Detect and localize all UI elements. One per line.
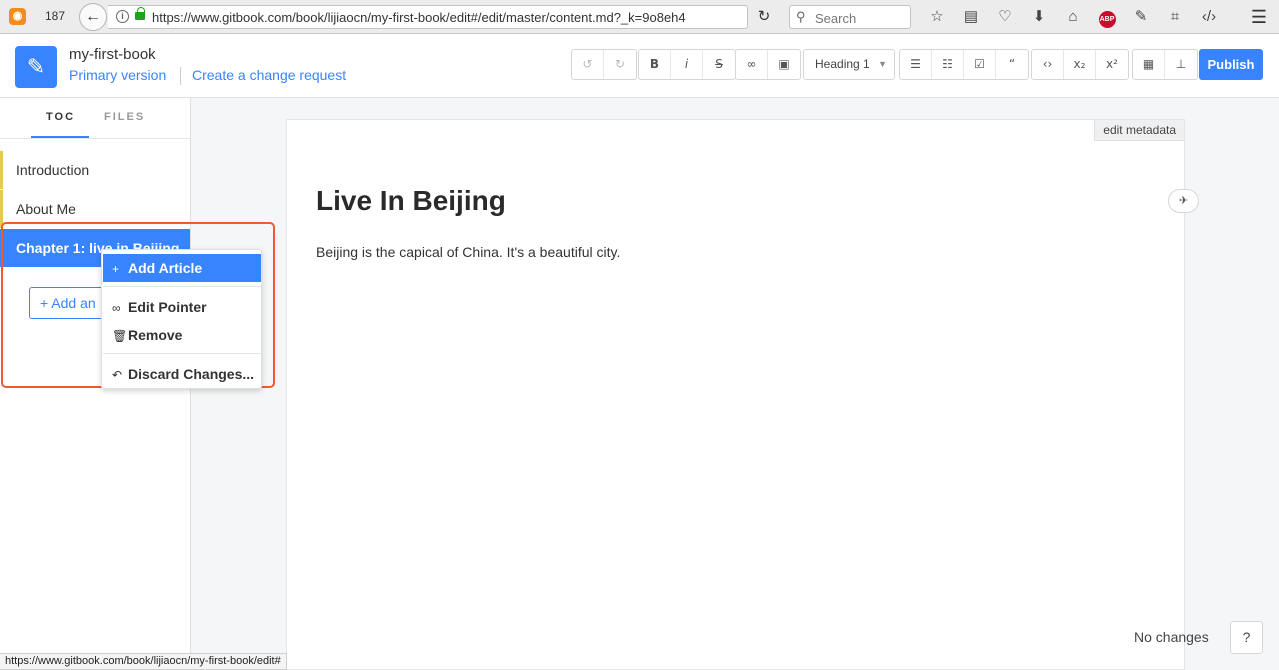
download-icon[interactable]: ⬇ xyxy=(1022,6,1056,28)
browser-icon-tray: ☆ ▤ ♡ ⬇ ⌂ ABP ✎ ⌗ ‹/› xyxy=(920,6,1226,28)
tab-count[interactable]: 187 xyxy=(45,9,65,23)
status-bar-url: https://www.gitbook.com/book/lijiaocn/my… xyxy=(0,653,287,670)
image-button[interactable]: ▣ xyxy=(768,50,800,79)
url-text[interactable]: https://www.gitbook.com/book/lijiaocn/my… xyxy=(152,10,686,25)
heading-select-value: Heading 1 xyxy=(815,57,870,71)
numbered-list-button[interactable]: ☷ xyxy=(932,50,964,79)
tab-files[interactable]: FILES xyxy=(104,111,145,123)
undo-button[interactable]: ↺ xyxy=(572,50,604,79)
bold-button[interactable]: B xyxy=(639,50,671,79)
trash-icon: 🗑 xyxy=(112,329,128,343)
menu-item-remove[interactable]: 🗑Remove xyxy=(103,321,261,349)
page-heading[interactable]: Live In Beijing xyxy=(316,185,506,217)
sidebar-tabs: TOC FILES xyxy=(0,98,190,139)
pocket-icon[interactable]: ♡ xyxy=(988,6,1022,28)
strikethrough-button[interactable]: S xyxy=(703,50,735,79)
code-icon[interactable]: ‹/› xyxy=(1192,6,1226,28)
search-input[interactable]: ⚲ Search xyxy=(789,5,911,29)
back-icon: ← xyxy=(85,8,101,25)
menu-divider xyxy=(103,353,261,354)
change-request-link[interactable]: Create a change request xyxy=(192,67,346,83)
link-icon: ∞ xyxy=(112,301,121,315)
footnote-button[interactable]: ⊥ xyxy=(1165,50,1197,79)
book-title: my-first-book xyxy=(69,46,156,63)
help-button[interactable]: ? xyxy=(1230,621,1263,654)
search-placeholder: Search xyxy=(815,11,857,26)
menu-item-label: Remove xyxy=(128,327,183,343)
history-toolbar-group: ↺ ↻ xyxy=(571,49,637,80)
italic-button[interactable]: i xyxy=(671,50,703,79)
subscript-button[interactable]: x₂ xyxy=(1064,50,1096,79)
toc-item-introduction[interactable]: Introduction xyxy=(0,151,190,189)
rss-icon[interactable]: ◉ xyxy=(9,8,26,25)
insert-toolbar-group: ∞ ▣ xyxy=(735,49,801,80)
pencil-icon[interactable]: ✎ xyxy=(15,46,57,88)
code-button[interactable]: ‹› xyxy=(1032,50,1064,79)
editor-page[interactable]: edit metadata Live In Beijing Beijing is… xyxy=(286,119,1199,670)
menu-divider xyxy=(103,286,261,287)
pin-icon[interactable]: ✈ xyxy=(1168,189,1199,213)
save-status: No changes xyxy=(1134,629,1209,645)
bookmark-star-icon[interactable]: ☆ xyxy=(920,6,954,28)
hamburger-menu-icon[interactable]: ☰ xyxy=(1248,6,1270,28)
lock-icon xyxy=(135,7,145,20)
crop-icon[interactable]: ⌗ xyxy=(1158,6,1192,28)
menu-item-label: Add Article xyxy=(128,260,203,276)
menu-item-discard-changes[interactable]: ↶ Discard Changes... xyxy=(103,360,261,388)
blockquote-button[interactable]: “ xyxy=(996,50,1028,79)
paint-icon[interactable]: ✎ xyxy=(1124,6,1158,28)
code-toolbar-group: ‹› x₂ x² xyxy=(1031,49,1129,80)
menu-item-edit-pointer[interactable]: ∞ Edit Pointer xyxy=(103,293,261,321)
adblock-icon[interactable]: ABP xyxy=(1090,6,1124,28)
edit-metadata-button[interactable]: edit metadata xyxy=(1094,120,1184,141)
app-header: ✎ my-first-book Primary version Create a… xyxy=(0,35,1279,98)
back-button[interactable]: ← xyxy=(79,3,107,31)
format-toolbar-group: B i S xyxy=(638,49,736,80)
link-divider xyxy=(180,67,181,85)
list-toolbar-group: ☰ ☷ ☑ “ xyxy=(899,49,1029,80)
page-paragraph[interactable]: Beijing is the capical of China. It's a … xyxy=(316,244,620,260)
menu-item-add-article[interactable]: + Add Article xyxy=(103,254,261,282)
search-icon: ⚲ xyxy=(796,9,806,24)
bullet-list-button[interactable]: ☰ xyxy=(900,50,932,79)
chevron-down-icon: ▼ xyxy=(878,59,887,69)
context-menu: + Add Article ∞ Edit Pointer 🗑Remove ↶ Disc… xyxy=(101,249,262,389)
discard-icon: ↶ xyxy=(112,368,123,382)
tab-toc[interactable]: TOC xyxy=(46,111,75,123)
reading-list-icon[interactable]: ▤ xyxy=(954,6,988,28)
home-icon[interactable]: ⌂ xyxy=(1056,6,1090,28)
publish-button[interactable]: Publish xyxy=(1199,49,1263,80)
url-bar[interactable]: i https://www.gitbook.com/book/lijiaocn/… xyxy=(108,5,748,29)
heading-select[interactable]: Heading 1 ▼ xyxy=(803,49,895,80)
table-toolbar-group: ▦ ⊥ xyxy=(1132,49,1198,80)
active-tab-indicator xyxy=(31,136,89,138)
browser-toolbar: ◉ 187 ← i https://www.gitbook.com/book/l… xyxy=(0,0,1279,34)
reload-icon[interactable]: ↻ xyxy=(752,6,776,28)
menu-item-label: Discard Changes... xyxy=(128,366,255,382)
plus-icon: + xyxy=(112,262,120,276)
table-button[interactable]: ▦ xyxy=(1133,50,1165,79)
link-button[interactable]: ∞ xyxy=(736,50,768,79)
redo-button[interactable]: ↻ xyxy=(604,50,636,79)
superscript-button[interactable]: x² xyxy=(1096,50,1128,79)
primary-version-link[interactable]: Primary version xyxy=(69,67,166,83)
info-icon[interactable]: i xyxy=(116,10,129,23)
menu-item-label: Edit Pointer xyxy=(128,299,207,315)
task-list-button[interactable]: ☑ xyxy=(964,50,996,79)
